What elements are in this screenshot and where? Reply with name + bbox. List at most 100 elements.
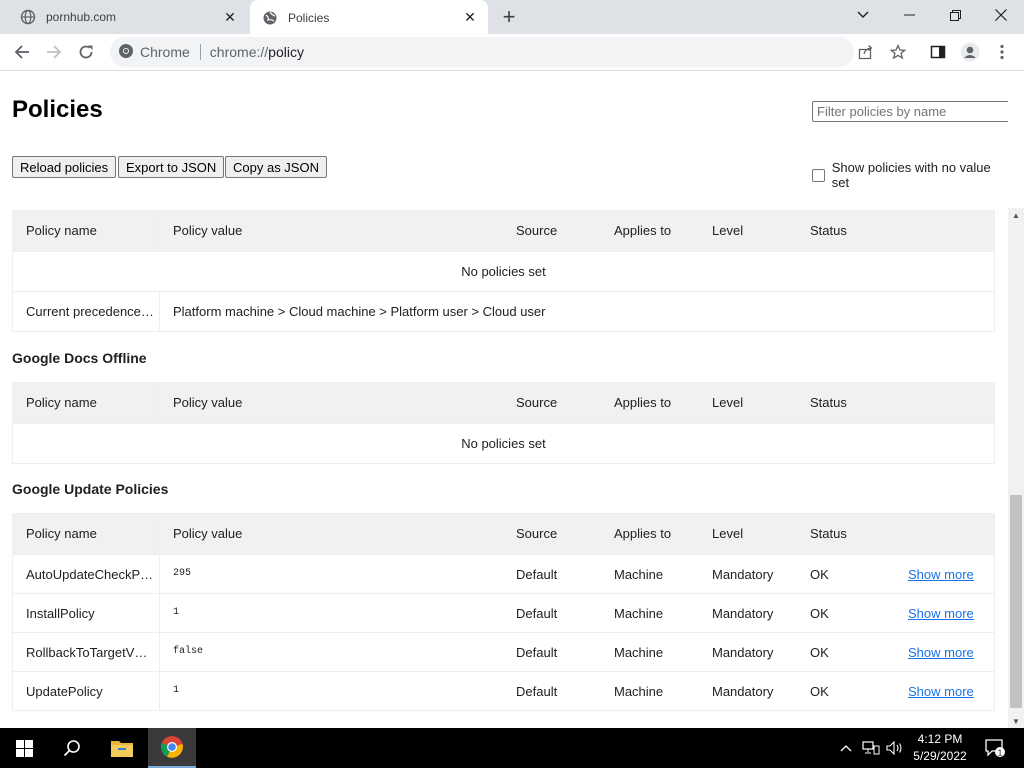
new-tab-button[interactable]: +: [497, 4, 521, 29]
file-explorer-icon[interactable]: [98, 728, 146, 768]
no-policies-text: No policies set: [461, 436, 546, 451]
col-source: Source: [516, 526, 558, 541]
policy-applies-to: Machine: [614, 684, 664, 699]
notification-center-icon[interactable]: 1: [980, 728, 1010, 768]
url-scheme: chrome://: [209, 44, 269, 60]
close-tab-icon[interactable]: ✕: [220, 7, 240, 27]
policy-value: 1: [173, 607, 180, 618]
copy-json-button[interactable]: Copy as JSON: [225, 156, 327, 178]
google-update-title: Google Update Policies: [12, 481, 169, 497]
search-icon[interactable]: [48, 728, 96, 768]
col-source: Source: [516, 223, 558, 238]
policy-level: Mandatory: [712, 684, 774, 699]
policy-level: Mandatory: [712, 567, 774, 582]
restore-button[interactable]: [932, 0, 978, 30]
browser-toolbar: Chrome chrome://policy: [0, 34, 1024, 71]
policy-status: OK: [810, 684, 829, 699]
globe-icon: [20, 9, 36, 25]
table-row: AutoUpdateCheckP… 295 Default Machine Ma…: [13, 554, 994, 594]
docs-offline-table: Policy name Policy value Source Applies …: [12, 382, 995, 464]
close-tab-icon[interactable]: ✕: [460, 8, 480, 28]
volume-icon[interactable]: [884, 728, 906, 768]
tab-search-chevron-icon[interactable]: [840, 0, 886, 30]
minimize-button[interactable]: [886, 0, 932, 30]
col-level: Level: [712, 395, 744, 410]
chrome-taskbar-icon[interactable]: [148, 728, 196, 768]
url-host: policy: [268, 44, 304, 60]
col-policy-value: Policy value: [173, 395, 243, 410]
forward-arrow-icon[interactable]: [40, 38, 68, 66]
empty-row: No policies set: [13, 251, 994, 291]
share-icon[interactable]: [852, 38, 880, 66]
address-bar[interactable]: Chrome chrome://policy: [110, 37, 854, 67]
scroll-up-arrow-icon[interactable]: ▲: [1008, 208, 1024, 222]
show-no-value-checkbox[interactable]: [812, 168, 825, 182]
policy-status: OK: [810, 645, 829, 660]
policy-level: Mandatory: [712, 645, 774, 660]
show-more-link[interactable]: Show more: [908, 555, 974, 594]
page-scrollbar[interactable]: ▲ ▼: [1008, 208, 1024, 728]
show-more-link[interactable]: Show more: [908, 594, 974, 633]
scrollbar-thumb[interactable]: [1010, 495, 1022, 708]
close-window-button[interactable]: [978, 0, 1024, 30]
policy-value: 1: [173, 685, 180, 696]
reload-icon[interactable]: [72, 38, 100, 66]
col-level: Level: [712, 526, 744, 541]
bookmark-star-icon[interactable]: [884, 38, 912, 66]
policy-applies-to: Machine: [614, 645, 664, 660]
table-row: RollbackToTargetV… false Default Machine…: [13, 632, 994, 672]
page-title: Policies: [12, 96, 103, 123]
menu-kebab-icon[interactable]: [988, 38, 1016, 66]
export-json-button[interactable]: Export to JSON: [118, 156, 225, 178]
policy-value: 295: [173, 568, 192, 579]
tab-policies[interactable]: Policies ✕: [250, 0, 488, 35]
col-status: Status: [810, 526, 847, 541]
omnibox-separator: [199, 44, 201, 60]
col-policy-value: Policy value: [173, 526, 243, 541]
clock-date: 5/29/2022: [913, 749, 967, 763]
show-no-value-label: Show policies with no value set: [831, 160, 991, 190]
table-row: InstallPolicy 1 Default Machine Mandator…: [13, 593, 994, 633]
col-applies-to: Applies to: [614, 223, 672, 238]
policy-page: Policies Reload policies Export to JSON …: [0, 72, 1008, 728]
col-applies-to: Applies to: [614, 395, 672, 410]
precedence-name: Current precedence…: [13, 292, 160, 331]
windows-taskbar: 4:12 PM 5/29/2022 1: [0, 728, 1024, 768]
policy-source: Default: [516, 684, 558, 699]
table-header-row: Policy name Policy value Source Applies …: [13, 383, 994, 423]
empty-row: No policies set: [13, 423, 994, 463]
notification-count: 1: [998, 748, 1003, 757]
precedence-value: Platform machine > Cloud machine > Platf…: [173, 304, 546, 319]
policy-name: RollbackToTargetV…: [13, 633, 160, 672]
precedence-row: Current precedence… Platform machine > C…: [13, 291, 994, 331]
no-policies-text: No policies set: [461, 264, 546, 279]
side-panel-icon[interactable]: [924, 38, 952, 66]
col-level: Level: [712, 223, 744, 238]
windows-start-icon[interactable]: [0, 728, 48, 768]
policy-applies-to: Machine: [614, 567, 664, 582]
col-policy-name: Policy name: [13, 383, 160, 422]
tab-pornhub[interactable]: pornhub.com ✕: [8, 0, 248, 34]
scroll-down-arrow-icon[interactable]: ▼: [1008, 714, 1024, 728]
col-policy-name: Policy name: [13, 211, 160, 250]
policy-status: OK: [810, 567, 829, 582]
policy-source: Default: [516, 606, 558, 621]
profile-avatar-icon[interactable]: [956, 38, 984, 66]
show-more-link[interactable]: Show more: [908, 633, 974, 672]
table-header-row: Policy name Policy value Source Applies …: [13, 514, 994, 554]
network-icon[interactable]: [860, 728, 882, 768]
show-no-value-toggle[interactable]: Show policies with no value set: [812, 160, 1008, 190]
chrome-policies-table: Policy name Policy value Source Applies …: [12, 210, 995, 332]
chevron-up-icon[interactable]: [836, 728, 856, 768]
policy-value: false: [173, 646, 204, 657]
taskbar-clock[interactable]: 4:12 PM 5/29/2022: [906, 731, 974, 765]
back-arrow-icon[interactable]: [8, 38, 36, 66]
policy-name: AutoUpdateCheckP…: [13, 555, 160, 594]
reload-policies-button[interactable]: Reload policies: [12, 156, 117, 178]
col-source: Source: [516, 395, 558, 410]
col-applies-to: Applies to: [614, 526, 672, 541]
filter-policies-input[interactable]: [812, 101, 1008, 122]
show-more-link[interactable]: Show more: [908, 672, 974, 711]
docs-offline-title: Google Docs Offline: [12, 350, 147, 366]
col-policy-value: Policy value: [173, 223, 243, 238]
